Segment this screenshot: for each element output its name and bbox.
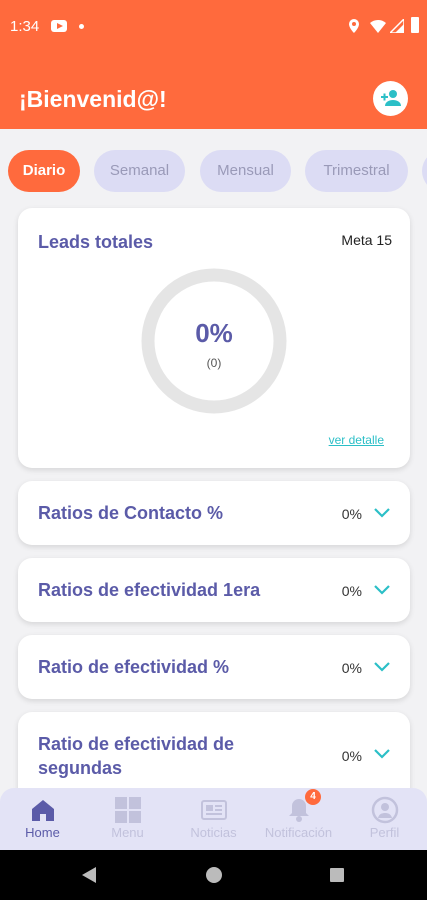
view-detail-link[interactable]: ver detalle [329,433,384,447]
tab-more[interactable] [422,150,427,192]
nav-label: Perfil [369,825,400,840]
system-home-icon[interactable] [206,867,222,883]
back-icon[interactable] [82,867,96,883]
leads-card: Leads totales Meta 15 0% (0) ver detalle [18,208,410,468]
app-header: 1:34 ¡Bienvenid@! [0,0,427,129]
period-tabs: Diario Semanal Mensual Trimestral [0,150,427,192]
nav-noticias[interactable]: Noticias [171,788,256,850]
leads-title: Leads totales [38,232,154,252]
chevron-down-icon[interactable] [374,662,390,672]
ratio-value: 0% [341,583,362,599]
grid-icon [115,797,141,823]
tab-diario[interactable]: Diario [8,150,80,192]
nav-notificacion[interactable]: 4 Notificación [256,788,341,850]
notification-badge: 4 [305,789,321,805]
recent-apps-icon[interactable] [330,868,344,882]
newspaper-icon [201,800,227,820]
ratio-value: 0% [341,748,362,764]
nav-menu[interactable]: Menu [85,788,170,850]
status-bar: 1:34 [0,0,427,56]
ratio-card-efectividad[interactable]: Ratio de efectividad % 0% [18,635,410,699]
nav-label: Home [25,825,60,840]
home-icon [32,800,54,821]
nav-perfil[interactable]: Perfil [342,788,427,850]
youtube-icon [51,20,67,32]
tab-trimestral[interactable]: Trimestral [305,150,408,192]
add-user-icon [381,90,401,106]
tab-semanal[interactable]: Semanal [94,150,185,192]
ratio-label: Ratio de efectividad de segundas [38,734,235,778]
ratio-value: 0% [341,660,362,676]
chevron-down-icon[interactable] [374,585,390,595]
ratio-label: Ratios de Contacto % [38,503,224,523]
ratio-card-efectividad-1era[interactable]: Ratios de efectividad 1era 0% [18,558,410,622]
ratio-label: Ratios de efectividad 1era [38,580,261,600]
chevron-down-icon[interactable] [374,749,390,759]
bottom-nav: Home Menu Noticias 4 Notificación Perfil [0,788,427,850]
system-nav-bar [0,850,427,900]
status-time: 1:34 [10,18,40,35]
notification-dot-icon [79,24,84,29]
leads-count: (0) [206,356,222,370]
location-icon [349,19,359,33]
tab-mensual[interactable]: Mensual [200,150,291,192]
user-icon [371,796,399,824]
signal-icon [390,19,404,33]
chevron-down-icon[interactable] [374,508,390,518]
page-title: ¡Bienvenid@! [19,86,167,112]
nav-label: Noticias [190,825,237,840]
nav-label: Menu [111,825,144,840]
ratio-card-contacto[interactable]: Ratios de Contacto % 0% [18,481,410,545]
leads-percent: 0% [195,318,233,348]
wifi-icon [370,19,386,33]
nav-label: Notificación [264,825,333,840]
battery-icon [411,17,419,33]
add-user-button[interactable] [373,81,408,116]
leads-goal: Meta 15 [341,232,392,248]
nav-home[interactable]: Home [0,788,85,850]
ratio-label: Ratio de efectividad % [38,657,230,677]
ratio-value: 0% [341,506,362,522]
